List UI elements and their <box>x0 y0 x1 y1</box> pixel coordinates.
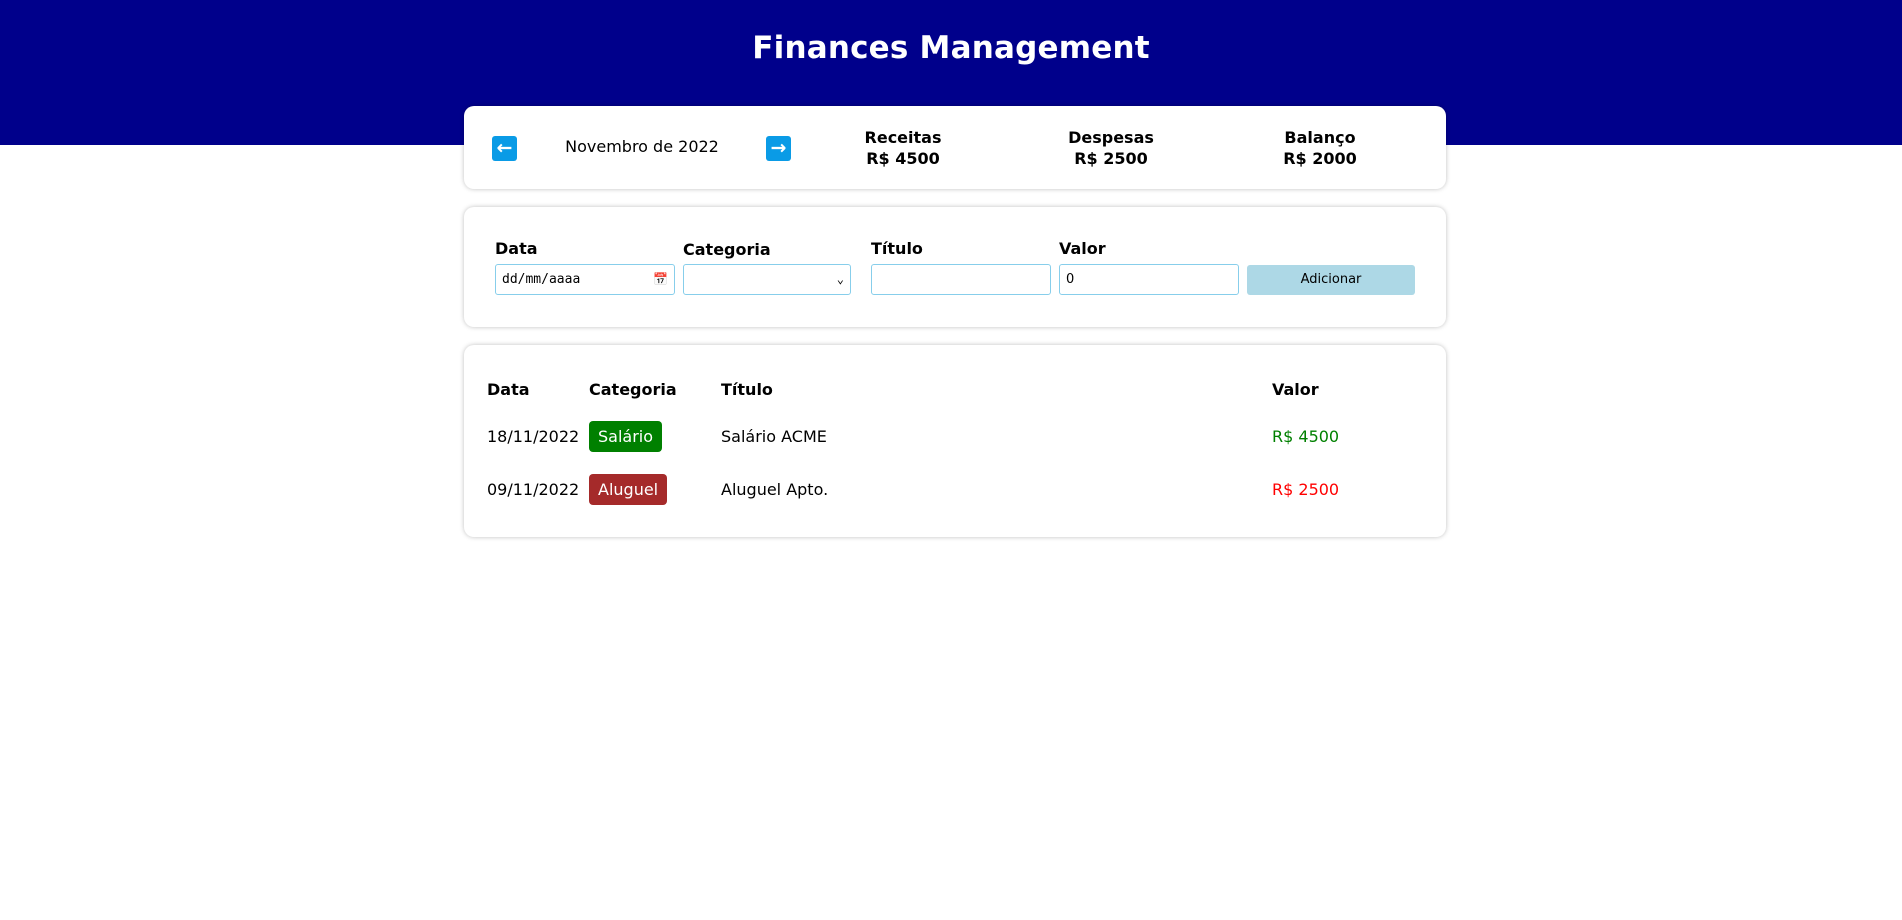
arrow-left-icon: ← <box>496 137 513 159</box>
chevron-down-icon: ⌄ <box>836 272 844 286</box>
value-input[interactable]: 0 <box>1059 264 1239 295</box>
next-month-button[interactable]: → <box>766 136 791 161</box>
add-entry-form: Data dd/mm/aaaa 📅 Categoria ⌄ Título Val… <box>464 207 1446 327</box>
row-2-data: 09/11/2022 <box>487 480 580 499</box>
row-2-titulo: Aluguel Apto. <box>721 480 829 499</box>
titulo-label: Título <box>871 239 923 258</box>
row-1-data: 18/11/2022 <box>487 427 580 446</box>
categoria-label: Categoria <box>683 240 771 259</box>
receitas-value: R$ 4500 <box>866 149 940 168</box>
entries-table: Data Categoria Título Valor 18/11/2022 S… <box>464 345 1446 537</box>
balanco-value: R$ 2000 <box>1283 149 1357 168</box>
data-label: Data <box>495 239 538 258</box>
prev-month-button[interactable]: ← <box>492 136 517 161</box>
receitas-summary: Receitas R$ 4500 <box>828 127 978 169</box>
row-2-valor: R$ 2500 <box>1272 480 1340 499</box>
row-1-category-badge: Salário <box>589 421 663 452</box>
valor-label: Valor <box>1059 239 1106 258</box>
date-input[interactable]: dd/mm/aaaa 📅 <box>495 264 675 295</box>
header-categoria: Categoria <box>589 380 677 399</box>
header-data: Data <box>487 380 530 399</box>
category-select[interactable]: ⌄ <box>683 264 851 295</box>
row-1-titulo: Salário ACME <box>721 427 827 446</box>
despesas-summary: Despesas R$ 2500 <box>1036 127 1186 169</box>
calendar-icon[interactable]: 📅 <box>653 265 668 294</box>
despesas-label: Despesas <box>1068 128 1154 147</box>
receitas-label: Receitas <box>864 128 942 147</box>
row-1-valor: R$ 4500 <box>1272 427 1340 446</box>
date-placeholder: dd/mm/aaaa <box>502 272 581 287</box>
header-valor: Valor <box>1272 380 1319 399</box>
row-2-category-badge: Aluguel <box>589 474 668 505</box>
add-button[interactable]: Adicionar <box>1247 265 1415 295</box>
summary-card: ← Novembro de 2022 → Receitas R$ 4500 De… <box>464 106 1446 189</box>
header-titulo: Título <box>721 380 773 399</box>
balanco-summary: Balanço R$ 2000 <box>1245 127 1395 169</box>
title-input[interactable] <box>871 264 1051 295</box>
despesas-value: R$ 2500 <box>1074 149 1148 168</box>
arrow-right-icon: → <box>770 137 787 159</box>
balanco-label: Balanço <box>1284 128 1356 147</box>
page-title: Finances Management <box>752 30 1150 66</box>
current-month: Novembro de 2022 <box>565 137 719 156</box>
